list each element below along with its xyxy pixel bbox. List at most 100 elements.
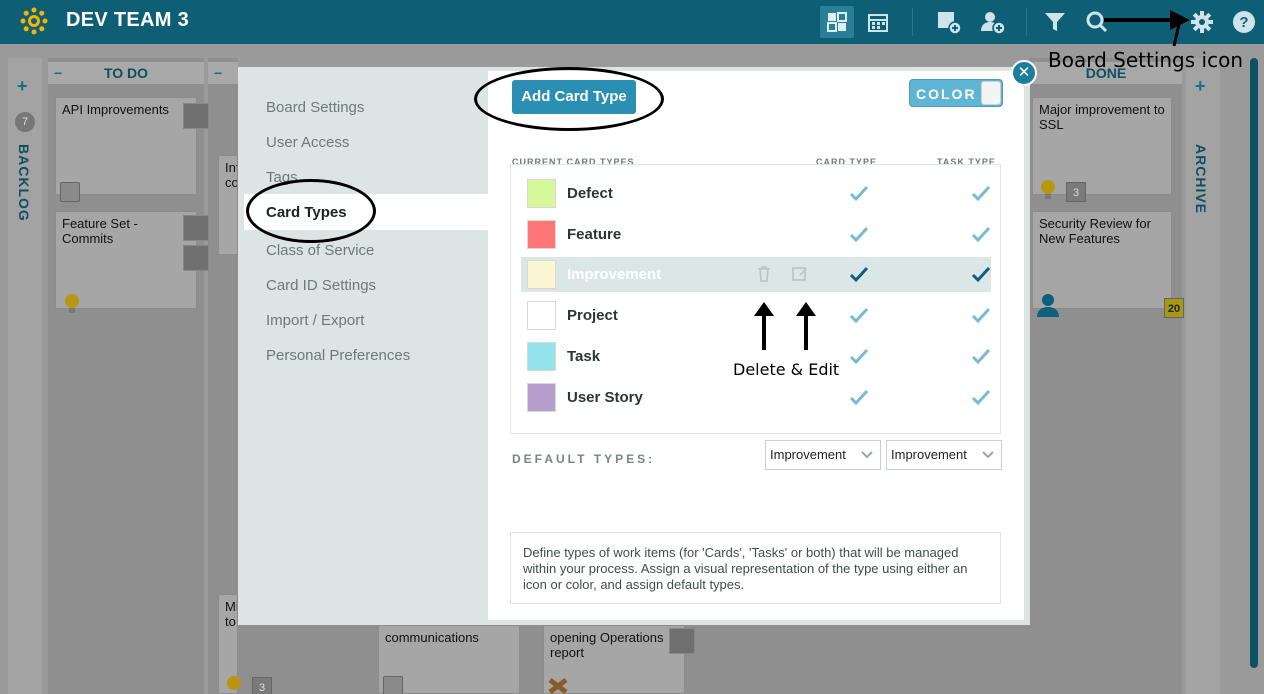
calendar-due-icon: 20	[1164, 298, 1184, 318]
gear-icon	[1191, 11, 1213, 33]
board-view-button[interactable]	[820, 6, 854, 38]
default-types-label: DEFAULT TYPES:	[512, 452, 656, 466]
help-icon: ?	[1233, 11, 1255, 33]
card-type-row[interactable]: Feature	[521, 217, 991, 252]
column-2-header[interactable]: −	[208, 62, 238, 84]
default-task-type-select[interactable]: Improvement	[886, 440, 1002, 470]
svg-text:?: ?	[1239, 14, 1248, 31]
toggle-knob[interactable]	[981, 81, 1001, 105]
blocked-icon	[548, 678, 568, 694]
lightbulb-icon	[65, 294, 79, 313]
type-name: Project	[567, 307, 618, 324]
chevron-down-icon	[861, 451, 873, 459]
toggle-label: COLOR	[916, 86, 977, 102]
add-to-archive-icon[interactable]: +	[1195, 76, 1206, 97]
select-value: Improvement	[770, 447, 846, 462]
trash-icon[interactable]	[755, 265, 773, 283]
card-type-row[interactable]: Improvement	[521, 257, 991, 292]
leankit-logo-icon	[20, 7, 48, 35]
card-type-check-icon[interactable]	[849, 184, 869, 202]
filter-button[interactable]	[1038, 6, 1072, 38]
card-notes-icon	[60, 182, 80, 202]
avatar	[183, 245, 209, 271]
calendar-view-button[interactable]	[861, 6, 895, 38]
card-types-list: Defect Feature Improvement Project Task …	[510, 164, 1001, 434]
nav-board-settings[interactable]: Board Settings	[266, 99, 364, 116]
card-type-check-icon[interactable]	[849, 306, 869, 324]
type-name: Task	[567, 348, 601, 365]
card-title: API Improvements	[62, 102, 169, 117]
add-user-button[interactable]	[976, 6, 1010, 38]
type-color-swatch	[527, 179, 556, 208]
annotation-arrow-right-icon	[1104, 10, 1190, 46]
collapse-icon[interactable]: −	[54, 62, 62, 84]
card-title: Int co	[225, 160, 238, 190]
nav-class-of-service[interactable]: Class of Service	[266, 242, 374, 259]
color-icon-toggle[interactable]: COLOR	[909, 79, 1003, 107]
type-color-swatch	[527, 301, 556, 330]
card-title: Mi to	[225, 599, 238, 629]
add-to-backlog-icon[interactable]: +	[17, 76, 28, 97]
help-button[interactable]: ?	[1227, 6, 1261, 38]
card-count-badge: 3	[1066, 182, 1086, 202]
select-value: Improvement	[891, 447, 967, 462]
type-color-swatch	[527, 342, 556, 371]
settings-nav: Board Settings User Access Tags Card Typ…	[238, 67, 488, 625]
type-color-swatch	[527, 383, 556, 412]
add-card-button[interactable]	[932, 6, 966, 38]
card-title: Security Review for New Features	[1039, 216, 1151, 246]
nav-user-access[interactable]: User Access	[266, 134, 349, 151]
card-type-row[interactable]: Defect	[521, 176, 991, 211]
board-card[interactable]: Int co	[218, 155, 238, 255]
card-title: Feature Set - Commits	[62, 216, 138, 246]
board-scrollbar[interactable]	[1250, 58, 1258, 668]
todo-column-title: TO DO	[103, 65, 149, 81]
board-settings-annotation: Board Settings icon	[1048, 48, 1243, 72]
board-card[interactable]: API Improvements	[55, 97, 197, 195]
toolbar-divider	[912, 8, 913, 36]
archive-label: ARCHIVE	[1193, 144, 1209, 215]
task-type-check-icon[interactable]	[971, 265, 991, 283]
card-type-check-icon[interactable]	[849, 388, 869, 406]
delete-edit-annotation: Delete & Edit	[733, 360, 840, 379]
backlog-label: BACKLOG	[16, 144, 32, 222]
task-type-check-icon[interactable]	[971, 306, 991, 324]
task-type-check-icon[interactable]	[971, 184, 991, 202]
add-card-icon	[938, 12, 962, 34]
type-name: Improvement	[567, 266, 662, 283]
backlog-count-badge: 7	[15, 112, 35, 132]
card-title: communications	[385, 630, 479, 645]
nav-card-id-settings[interactable]: Card ID Settings	[266, 277, 376, 294]
card-type-check-icon[interactable]	[849, 347, 869, 365]
avatar	[183, 103, 209, 129]
nav-import-export[interactable]: Import / Export	[266, 312, 364, 329]
task-type-check-icon[interactable]	[971, 225, 991, 243]
chevron-down-icon	[982, 451, 994, 459]
type-color-swatch	[527, 220, 556, 249]
annotation-arrows-up-icon	[754, 302, 816, 350]
card-type-row[interactable]: User Story	[521, 380, 991, 415]
card-type-check-icon[interactable]	[849, 265, 869, 283]
annotation-ellipse	[474, 67, 664, 131]
edit-icon[interactable]	[791, 265, 809, 283]
card-types-description: Define types of work items (for 'Cards',…	[510, 532, 1001, 604]
collapse-icon[interactable]: −	[214, 62, 222, 84]
card-type-check-icon[interactable]	[849, 225, 869, 243]
toolbar-divider	[1026, 8, 1027, 36]
nav-personal-preferences[interactable]: Personal Preferences	[266, 347, 410, 364]
card-title: opening Operations report	[550, 630, 664, 660]
card-count-badge: 3	[252, 677, 272, 694]
card-title: Major improvement to SSL	[1039, 102, 1165, 132]
type-name: Feature	[567, 226, 622, 243]
user-icon	[1037, 294, 1059, 317]
annotation-ellipse	[246, 179, 376, 243]
card-notes-icon	[383, 676, 403, 694]
top-bar: DEV TEAM 3 ?	[0, 0, 1264, 44]
default-card-type-select[interactable]: Improvement	[765, 440, 881, 470]
close-modal-button[interactable]: ✕	[1011, 60, 1037, 86]
task-type-check-icon[interactable]	[971, 388, 991, 406]
task-type-check-icon[interactable]	[971, 347, 991, 365]
todo-column-header[interactable]: − TO DO	[48, 62, 204, 84]
calendar-view-icon	[868, 14, 888, 32]
avatar	[183, 215, 209, 241]
